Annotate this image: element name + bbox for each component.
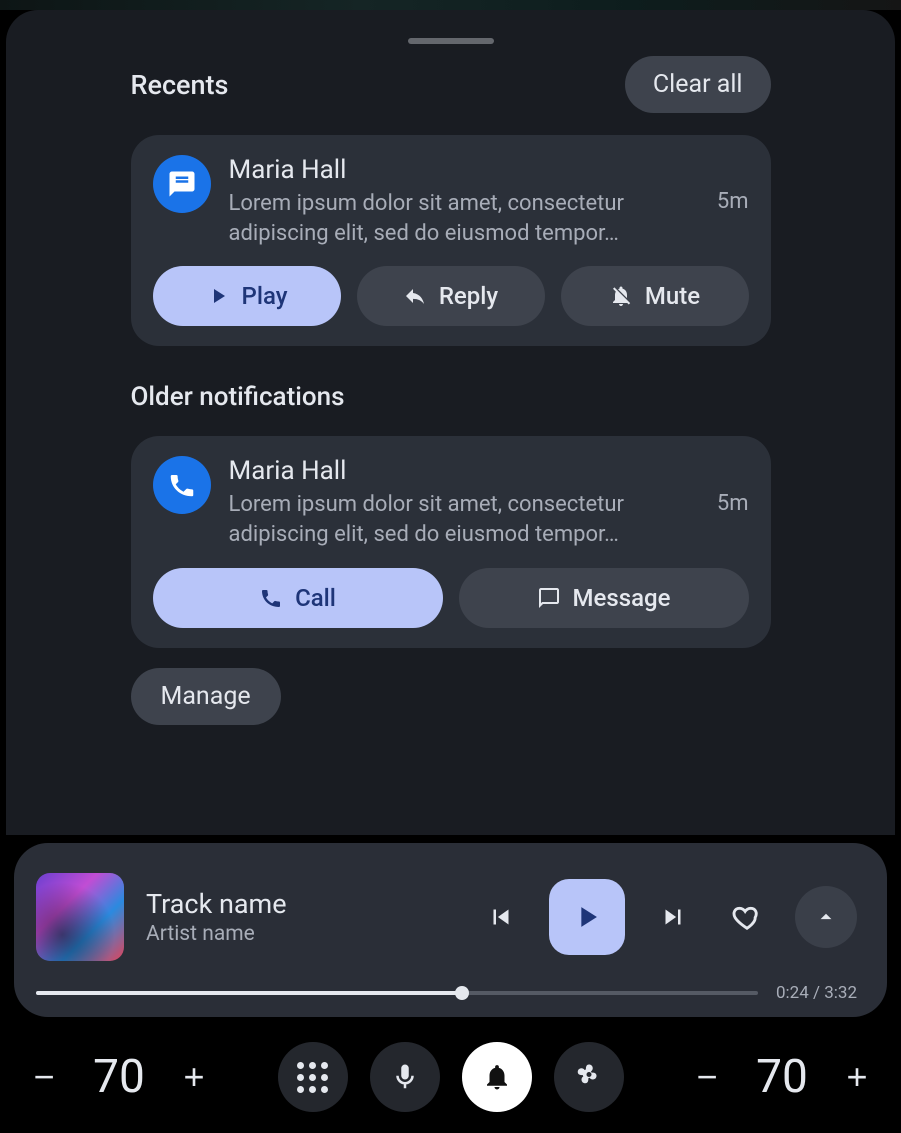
- phone-icon: [259, 586, 283, 610]
- mute-label: Mute: [645, 282, 700, 310]
- hvac-button[interactable]: [554, 1042, 624, 1112]
- call-button[interactable]: Call: [153, 568, 443, 628]
- favorite-button[interactable]: [721, 891, 773, 943]
- phone-app-icon: [153, 456, 211, 514]
- right-temp-up-button[interactable]: +: [835, 1055, 879, 1099]
- seek-bar[interactable]: [36, 991, 758, 995]
- play-icon: [206, 284, 230, 308]
- system-bar: − 70 + − 70 +: [0, 1021, 901, 1133]
- reply-button[interactable]: Reply: [357, 266, 545, 326]
- left-temp-up-button[interactable]: +: [172, 1055, 216, 1099]
- heart-icon: [732, 902, 762, 932]
- message-button[interactable]: Message: [459, 568, 749, 628]
- notification-time: 5m: [717, 491, 749, 516]
- notification-body: Lorem ipsum dolor sit amet, consectetur …: [229, 490, 659, 549]
- right-temp-down-button[interactable]: −: [685, 1055, 729, 1099]
- notifications-button[interactable]: [462, 1042, 532, 1112]
- background-peek: [0, 0, 901, 10]
- left-temp-value: 70: [84, 1050, 154, 1104]
- voice-assistant-button[interactable]: [370, 1042, 440, 1112]
- manage-button[interactable]: Manage: [131, 668, 281, 725]
- track-name: Track name: [146, 888, 316, 920]
- play-button[interactable]: Play: [153, 266, 341, 326]
- total-time: 3:32: [824, 983, 857, 1003]
- skip-next-icon: [658, 902, 688, 932]
- reply-label: Reply: [439, 282, 498, 310]
- clear-all-button[interactable]: Clear all: [625, 56, 771, 113]
- messages-app-icon: [153, 155, 211, 213]
- app-grid-icon: [297, 1062, 328, 1093]
- message-icon: [537, 586, 561, 610]
- microphone-icon: [390, 1062, 420, 1092]
- skip-previous-icon: [486, 902, 516, 932]
- left-temp-down-button[interactable]: −: [22, 1055, 66, 1099]
- recents-header: Recents Clear all: [131, 56, 771, 113]
- media-player-bar: Track name Artist name 0:24 / 3:32: [14, 843, 887, 1017]
- playback-time: 0:24 / 3:32: [776, 983, 857, 1003]
- seek-thumb[interactable]: [455, 986, 469, 1000]
- message-label: Message: [573, 584, 671, 612]
- notification-card[interactable]: Maria Hall Lorem ipsum dolor sit amet, c…: [131, 135, 771, 346]
- elapsed-time: 0:24: [776, 983, 809, 1003]
- drag-handle[interactable]: [408, 38, 494, 44]
- play-label: Play: [242, 282, 288, 310]
- recents-title: Recents: [131, 69, 229, 101]
- app-grid-button[interactable]: [278, 1042, 348, 1112]
- notification-time: 5m: [717, 189, 749, 214]
- fan-icon: [574, 1062, 604, 1092]
- expand-player-button[interactable]: [795, 886, 857, 948]
- left-climate-control: − 70 +: [22, 1050, 216, 1104]
- notification-sender: Maria Hall: [229, 456, 699, 486]
- notification-body: Lorem ipsum dolor sit amet, consectetur …: [229, 189, 659, 248]
- notification-card[interactable]: Maria Hall Lorem ipsum dolor sit amet, c…: [131, 436, 771, 647]
- right-temp-value: 70: [747, 1050, 817, 1104]
- play-pause-button[interactable]: [549, 879, 625, 955]
- album-art[interactable]: [36, 873, 124, 961]
- bell-icon: [482, 1062, 512, 1092]
- older-notifications-title: Older notifications: [131, 382, 771, 412]
- reply-icon: [403, 284, 427, 308]
- notification-sender: Maria Hall: [229, 155, 699, 185]
- mute-button[interactable]: Mute: [561, 266, 749, 326]
- next-track-button[interactable]: [647, 891, 699, 943]
- artist-name: Artist name: [146, 922, 316, 946]
- previous-track-button[interactable]: [475, 891, 527, 943]
- play-icon: [570, 900, 604, 934]
- notification-shade: Recents Clear all Maria Hall Lorem ipsum…: [6, 10, 895, 835]
- mute-icon: [609, 284, 633, 308]
- chevron-up-icon: [813, 904, 839, 930]
- seek-fill: [36, 991, 462, 995]
- right-climate-control: − 70 +: [685, 1050, 879, 1104]
- call-label: Call: [295, 584, 336, 612]
